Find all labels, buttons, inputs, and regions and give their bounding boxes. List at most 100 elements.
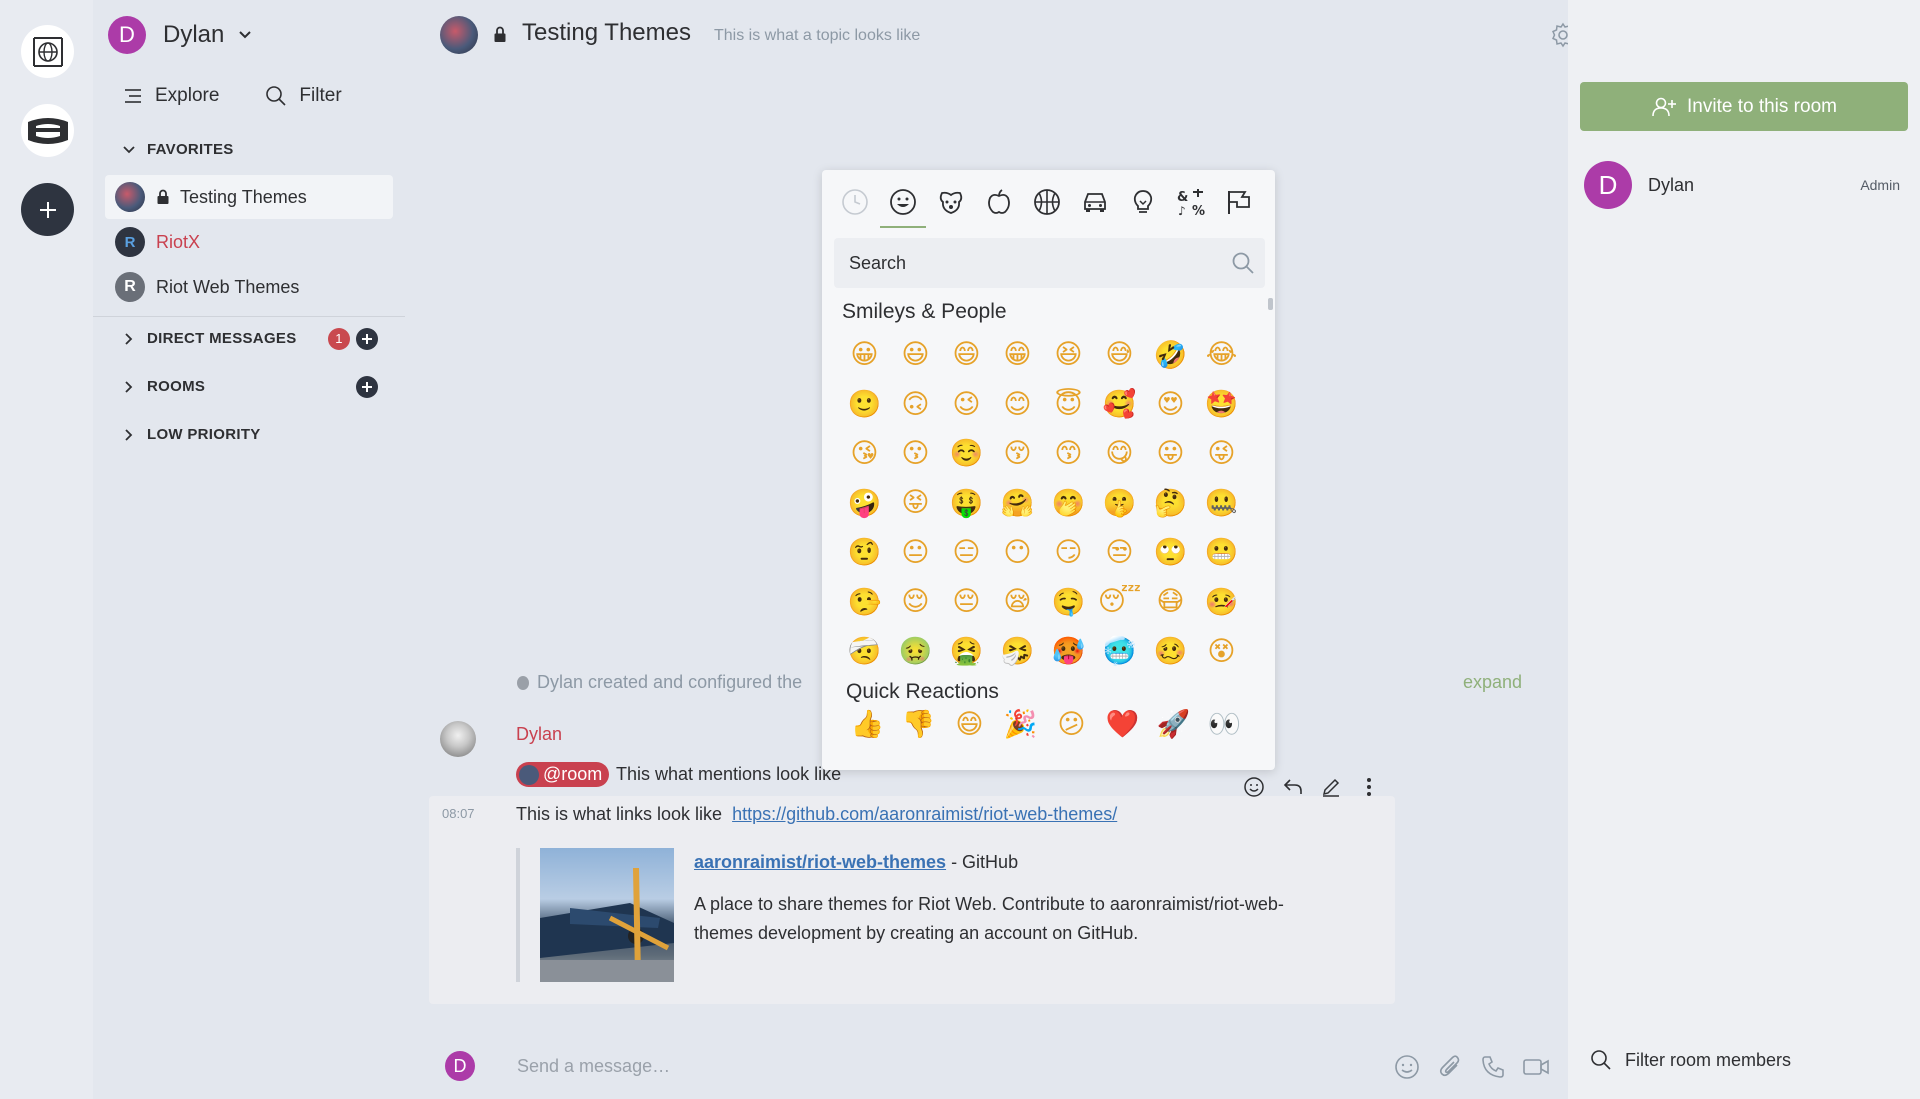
smiley-emoji[interactable]: 🤢	[890, 626, 941, 675]
smiley-emoji[interactable]: 🤕	[839, 626, 890, 675]
smiley-emoji[interactable]: 😊	[992, 379, 1043, 428]
category-smileys[interactable]	[880, 186, 926, 228]
attach-button[interactable]	[1435, 1052, 1465, 1082]
smiley-emoji[interactable]: 🤧	[992, 626, 1043, 675]
smiley-emoji[interactable]: 😇	[1043, 379, 1094, 428]
url-preview-image[interactable]	[540, 848, 674, 982]
smiley-emoji[interactable]: 🤑	[941, 478, 992, 527]
home-space-button[interactable]	[21, 25, 74, 78]
smiley-emoji[interactable]: 😶	[992, 528, 1043, 577]
smiley-emoji[interactable]: 😁	[992, 330, 1043, 379]
category-animals[interactable]	[935, 186, 967, 218]
smiley-emoji[interactable]: 😛	[1145, 429, 1196, 478]
smiley-emoji[interactable]: 🤨	[839, 528, 890, 577]
sender-name[interactable]: Dylan	[516, 724, 562, 745]
smiley-emoji[interactable]: 🥶	[1094, 626, 1145, 675]
filter-members-field[interactable]: Filter room members	[1590, 1049, 1791, 1071]
category-symbols[interactable]: & ♪%	[1175, 186, 1207, 218]
member-item[interactable]: D Dylan Admin	[1584, 161, 1912, 209]
smiley-emoji[interactable]: 😋	[1094, 429, 1145, 478]
smiley-emoji[interactable]: 😄	[941, 330, 992, 379]
message-link[interactable]: https://github.com/aaronraimist/riot-web…	[732, 804, 1117, 824]
smiley-emoji[interactable]: 😒	[1094, 528, 1145, 577]
category-activity[interactable]	[1031, 186, 1063, 218]
favorites-section-header[interactable]: FAVORITES	[123, 141, 393, 158]
smiley-emoji[interactable]: 😘	[839, 429, 890, 478]
low-priority-section-header[interactable]: LOW PRIORITY	[123, 426, 393, 443]
message-input[interactable]: Send a message…	[517, 1056, 670, 1077]
smiley-emoji[interactable]: 😂	[1196, 330, 1247, 379]
category-objects[interactable]	[1127, 186, 1159, 218]
quick-reaction-emoji[interactable]: 👍	[842, 700, 893, 748]
smiley-emoji[interactable]: 😍	[1145, 379, 1196, 428]
smiley-emoji[interactable]: 😵	[1196, 626, 1247, 675]
user-menu[interactable]: D Dylan	[108, 16, 252, 54]
room-header-avatar[interactable]	[440, 16, 478, 54]
smiley-emoji[interactable]: 🙄	[1145, 528, 1196, 577]
smiley-emoji[interactable]: ☺️	[941, 429, 992, 478]
smiley-emoji[interactable]: 😅	[1094, 330, 1145, 379]
emoji-button[interactable]	[1392, 1052, 1422, 1082]
smiley-emoji[interactable]: 🤗	[992, 478, 1043, 527]
direct-messages-section-header[interactable]: DIRECT MESSAGES 1	[123, 327, 393, 350]
smiley-emoji[interactable]: 😑	[941, 528, 992, 577]
emoji-search-input[interactable]	[834, 238, 1214, 288]
riotx-space-button[interactable]	[21, 104, 74, 157]
room-title[interactable]: Testing Themes	[522, 19, 691, 47]
category-food[interactable]	[983, 186, 1015, 218]
smiley-emoji[interactable]: 😗	[890, 429, 941, 478]
reply-button[interactable]	[1280, 774, 1306, 800]
smiley-emoji[interactable]: 🤥	[839, 577, 890, 626]
smiley-emoji[interactable]: 😷	[1145, 577, 1196, 626]
emoji-scrollbar[interactable]	[1268, 298, 1273, 310]
category-flags[interactable]	[1223, 186, 1255, 218]
quick-reaction-emoji[interactable]: 😕	[1046, 700, 1097, 748]
create-space-button[interactable]	[21, 183, 74, 236]
smiley-emoji[interactable]: 😌	[890, 577, 941, 626]
room-item-testing-themes[interactable]: Testing Themes	[105, 175, 393, 219]
quick-reaction-emoji[interactable]: 🚀	[1148, 700, 1199, 748]
smiley-emoji[interactable]: 😪	[992, 577, 1043, 626]
smiley-emoji[interactable]: 🙃	[890, 379, 941, 428]
smiley-emoji[interactable]: 😀	[839, 330, 890, 379]
smiley-emoji[interactable]: 😆	[1043, 330, 1094, 379]
smiley-emoji[interactable]: 😔	[941, 577, 992, 626]
smiley-emoji[interactable]: 🥰	[1094, 379, 1145, 428]
quick-reaction-emoji[interactable]: 🎉	[995, 700, 1046, 748]
quick-reaction-emoji[interactable]: 👀	[1199, 700, 1250, 748]
quick-reaction-emoji[interactable]: 😄	[944, 700, 995, 748]
smiley-emoji[interactable]: 🤒	[1196, 577, 1247, 626]
smiley-emoji[interactable]: 😬	[1196, 528, 1247, 577]
smiley-emoji[interactable]: 🤐	[1196, 478, 1247, 527]
video-call-button[interactable]	[1521, 1052, 1551, 1082]
smiley-emoji[interactable]: 😴	[1094, 577, 1145, 626]
expand-link[interactable]: expand	[1463, 672, 1522, 693]
smiley-emoji[interactable]: 😏	[1043, 528, 1094, 577]
add-room-button[interactable]	[356, 375, 378, 398]
quick-reaction-emoji[interactable]: 👎	[893, 700, 944, 748]
category-travel[interactable]	[1079, 186, 1111, 218]
smiley-emoji[interactable]: 😐	[890, 528, 941, 577]
voice-call-button[interactable]	[1478, 1052, 1508, 1082]
invite-button[interactable]: Invite to this room	[1580, 82, 1908, 131]
smiley-emoji[interactable]: 🤣	[1145, 330, 1196, 379]
options-button[interactable]	[1356, 774, 1382, 800]
room-item-riotx[interactable]: R RiotX	[105, 220, 393, 264]
smiley-emoji[interactable]: 😝	[890, 478, 941, 527]
sender-avatar[interactable]	[440, 721, 476, 757]
preview-title-link[interactable]: aaronraimist/riot-web-themes	[694, 852, 946, 872]
smiley-emoji[interactable]: 😙	[1043, 429, 1094, 478]
room-mention-pill[interactable]: @room	[516, 762, 610, 787]
smiley-emoji[interactable]: 😚	[992, 429, 1043, 478]
smiley-emoji[interactable]: 🤔	[1145, 478, 1196, 527]
room-topic[interactable]: This is what a topic looks like	[714, 27, 920, 45]
smiley-emoji[interactable]: 😃	[890, 330, 941, 379]
smiley-emoji[interactable]: 🤪	[839, 478, 890, 527]
smiley-emoji[interactable]: 🙂	[839, 379, 890, 428]
room-item-riot-web-themes[interactable]: R Riot Web Themes	[105, 265, 393, 309]
explore-button[interactable]: Explore	[123, 85, 219, 107]
smiley-emoji[interactable]: 😉	[941, 379, 992, 428]
react-button[interactable]	[1242, 774, 1268, 800]
smiley-emoji[interactable]: 🤤	[1043, 577, 1094, 626]
rooms-section-header[interactable]: ROOMS	[123, 375, 393, 398]
